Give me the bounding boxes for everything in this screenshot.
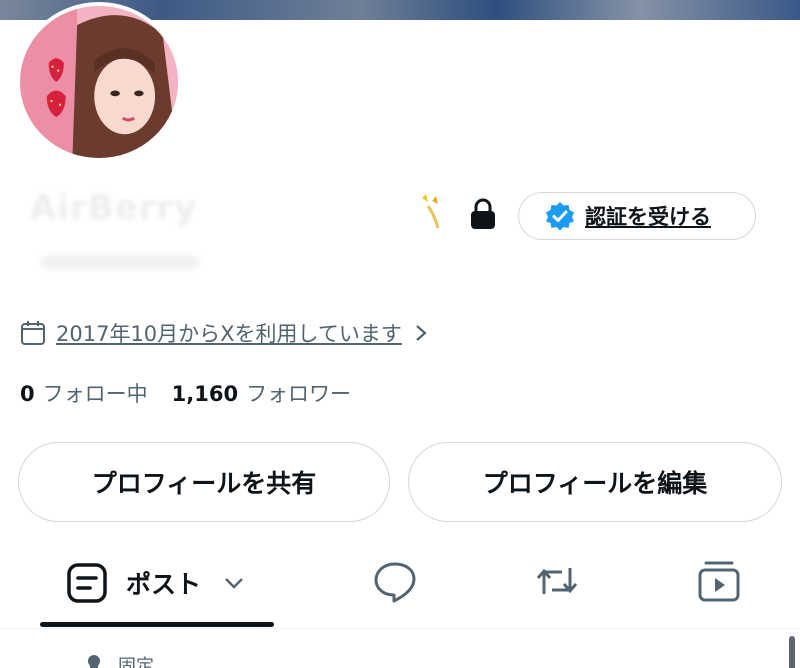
chevron-right-icon (416, 325, 427, 341)
replies-icon[interactable] (372, 558, 418, 604)
active-tab-indicator (40, 622, 274, 627)
tab-posts[interactable]: ポスト (66, 562, 245, 604)
calendar-icon (21, 321, 45, 345)
following-count[interactable]: 0 (20, 382, 35, 406)
lock-icon (471, 198, 495, 229)
avatar-image (20, 6, 178, 158)
get-verified-label: 認証を受ける (585, 205, 711, 229)
pinned-label: 固定 (118, 656, 154, 668)
reposts-icon[interactable] (534, 558, 580, 604)
scrollbar[interactable] (789, 636, 795, 668)
media-icon[interactable] (696, 558, 742, 604)
edit-profile-button[interactable]: プロフィールを編集 (408, 442, 782, 522)
posts-icon (67, 563, 107, 603)
tab-posts-label: ポスト (126, 570, 202, 599)
pinned-post-indicator: 固定 (84, 652, 154, 668)
pin-icon (88, 655, 100, 668)
follow-stats: 0 フォロー中 1,160 フォロワー (20, 378, 375, 408)
tabs-divider (0, 628, 800, 629)
user-handle (40, 255, 200, 269)
profile-avatar[interactable] (16, 2, 182, 162)
profile-tabs: ポスト (0, 548, 800, 628)
joined-date-text: 2017年10月からXを利用しています (56, 322, 402, 346)
get-verified-button[interactable]: 認証を受ける (518, 192, 756, 240)
followers-count[interactable]: 1,160 (172, 382, 238, 406)
chevron-down-icon[interactable] (223, 576, 245, 590)
joined-date-link[interactable]: 2017年10月からXを利用しています (20, 318, 428, 348)
following-label[interactable]: フォロー中 (43, 378, 148, 408)
display-name: AirBerry (30, 188, 198, 228)
followers-label[interactable]: フォロワー (246, 378, 351, 408)
sparkle-icon (422, 194, 440, 229)
verified-badge-icon (546, 202, 574, 231)
share-profile-button[interactable]: プロフィールを共有 (18, 442, 390, 522)
